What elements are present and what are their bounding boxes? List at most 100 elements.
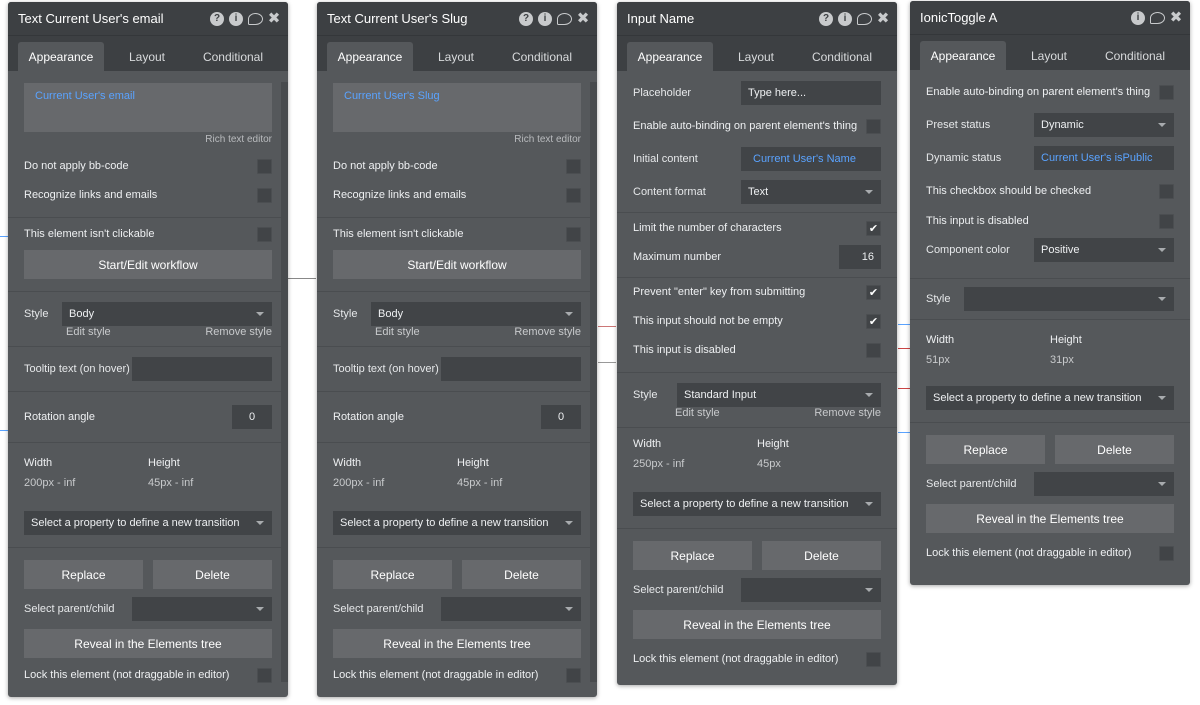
style-select[interactable] <box>964 287 1174 311</box>
tab-layout[interactable]: Layout <box>413 42 499 71</box>
reveal-button[interactable]: Reveal in the Elements tree <box>926 504 1174 533</box>
panel-header[interactable]: Text Current User's Slug ? i ✖ <box>317 2 597 36</box>
panel-header[interactable]: Text Current User's email ? i ✖ <box>8 2 288 36</box>
panel-header[interactable]: Input Name ? i ✖ <box>617 2 897 36</box>
style-select[interactable]: Body <box>371 302 581 326</box>
rich-text-editor[interactable]: Current User's Slug <box>333 83 581 132</box>
replace-button[interactable]: Replace <box>926 435 1045 464</box>
reveal-button[interactable]: Reveal in the Elements tree <box>333 629 581 658</box>
close-icon[interactable]: ✖ <box>268 11 281 26</box>
not-clickable-checkbox[interactable] <box>257 226 272 242</box>
tab-conditional[interactable]: Conditional <box>1092 41 1178 70</box>
comment-icon[interactable] <box>857 12 872 25</box>
style-label: Style <box>24 308 49 320</box>
should-be-checked-checkbox[interactable] <box>1159 183 1174 199</box>
tab-layout[interactable]: Layout <box>713 42 799 71</box>
not-clickable-checkbox[interactable] <box>566 226 581 242</box>
lock-checkbox[interactable] <box>1159 545 1174 561</box>
bbcode-checkbox[interactable] <box>257 158 272 174</box>
max-number-input[interactable]: 16 <box>839 245 881 269</box>
info-icon[interactable]: i <box>538 11 552 26</box>
prevent-enter-checkbox[interactable]: ✔ <box>866 284 881 300</box>
delete-button[interactable]: Delete <box>762 541 881 570</box>
bbcode-label: Do not apply bb-code <box>24 160 129 172</box>
select-parent-row: Select parent/child <box>910 464 1190 504</box>
disabled-checkbox[interactable] <box>866 342 881 358</box>
tooltip-label: Tooltip text (on hover) <box>24 363 130 375</box>
links-checkbox[interactable] <box>566 187 581 203</box>
tab-appearance[interactable]: Appearance <box>327 42 413 71</box>
chevron-down-icon <box>865 190 873 194</box>
links-checkbox[interactable] <box>257 187 272 203</box>
initial-content-label: Initial content <box>633 153 698 165</box>
auto-binding-checkbox[interactable] <box>866 118 881 134</box>
rich-text-editor[interactable]: Current User's email <box>24 83 272 132</box>
transition-select[interactable]: Select a property to define a new transi… <box>333 511 581 535</box>
select-parent-dropdown[interactable] <box>741 578 881 602</box>
lock-row: Lock this element (not draggable in edit… <box>617 639 897 679</box>
replace-button[interactable]: Replace <box>24 560 143 589</box>
info-icon[interactable]: i <box>229 11 243 26</box>
comment-icon[interactable] <box>557 12 572 25</box>
workflow-button[interactable]: Start/Edit workflow <box>24 250 272 279</box>
rotation-input[interactable]: 0 <box>541 405 581 429</box>
tab-conditional[interactable]: Conditional <box>499 42 585 71</box>
tab-layout[interactable]: Layout <box>104 42 190 71</box>
tooltip-input[interactable] <box>132 357 272 381</box>
tab-appearance[interactable]: Appearance <box>920 41 1006 70</box>
disabled-checkbox[interactable] <box>1159 213 1174 229</box>
style-select[interactable]: Body <box>62 302 272 326</box>
auto-binding-checkbox[interactable] <box>1159 84 1174 100</box>
close-icon[interactable]: ✖ <box>577 11 590 26</box>
select-parent-dropdown[interactable] <box>132 597 272 621</box>
bbcode-checkbox[interactable] <box>566 158 581 174</box>
tooltip-input[interactable] <box>441 357 581 381</box>
lock-checkbox[interactable] <box>566 667 581 683</box>
workflow-button[interactable]: Start/Edit workflow <box>333 250 581 279</box>
help-icon[interactable]: ? <box>519 11 533 26</box>
close-icon[interactable]: ✖ <box>877 11 890 26</box>
content-format-select[interactable]: Text <box>741 180 881 204</box>
scrollbar[interactable] <box>590 82 597 682</box>
style-label: Style <box>926 293 951 305</box>
auto-binding-row: Enable auto-binding on parent element's … <box>617 110 897 142</box>
limit-chars-checkbox[interactable]: ✔ <box>866 220 881 236</box>
rotation-input[interactable]: 0 <box>232 405 272 429</box>
delete-button[interactable]: Delete <box>1055 435 1174 464</box>
tab-layout[interactable]: Layout <box>1006 41 1092 70</box>
replace-button[interactable]: Replace <box>333 560 452 589</box>
initial-content-input[interactable]: Current User's Name <box>741 147 881 171</box>
select-parent-dropdown[interactable] <box>441 597 581 621</box>
delete-button[interactable]: Delete <box>462 560 581 589</box>
close-icon[interactable]: ✖ <box>1170 10 1183 25</box>
tab-appearance[interactable]: Appearance <box>18 42 104 71</box>
comment-icon[interactable] <box>248 12 263 25</box>
transition-select[interactable]: Select a property to define a new transi… <box>24 511 272 535</box>
reveal-button[interactable]: Reveal in the Elements tree <box>24 629 272 658</box>
panel-header[interactable]: IonicToggle A i ✖ <box>910 1 1190 35</box>
lock-checkbox[interactable] <box>866 651 881 667</box>
preset-status-select[interactable]: Dynamic <box>1034 113 1174 137</box>
not-empty-checkbox[interactable]: ✔ <box>866 313 881 329</box>
tab-appearance[interactable]: Appearance <box>627 42 713 71</box>
replace-button[interactable]: Replace <box>633 541 752 570</box>
tab-conditional[interactable]: Conditional <box>190 42 276 71</box>
component-color-select[interactable]: Positive <box>1034 238 1174 262</box>
lock-checkbox[interactable] <box>257 667 272 683</box>
placeholder-input[interactable]: Type here... <box>741 81 881 105</box>
tab-conditional[interactable]: Conditional <box>799 42 885 71</box>
transition-select[interactable]: Select a property to define a new transi… <box>633 492 881 516</box>
comment-icon[interactable] <box>1150 11 1165 24</box>
help-icon[interactable]: ? <box>819 11 833 26</box>
tooltip-row: Tooltip text (on hover) <box>317 347 597 391</box>
reveal-button[interactable]: Reveal in the Elements tree <box>633 610 881 639</box>
transition-select[interactable]: Select a property to define a new transi… <box>926 386 1174 410</box>
select-parent-dropdown[interactable] <box>1034 472 1174 496</box>
help-icon[interactable]: ? <box>210 11 224 26</box>
info-icon[interactable]: i <box>1131 10 1145 25</box>
info-icon[interactable]: i <box>838 11 852 26</box>
scrollbar[interactable] <box>281 82 288 682</box>
dynamic-status-input[interactable]: Current User's isPublic <box>1034 146 1174 170</box>
delete-button[interactable]: Delete <box>153 560 272 589</box>
style-select[interactable]: Standard Input <box>677 383 881 407</box>
